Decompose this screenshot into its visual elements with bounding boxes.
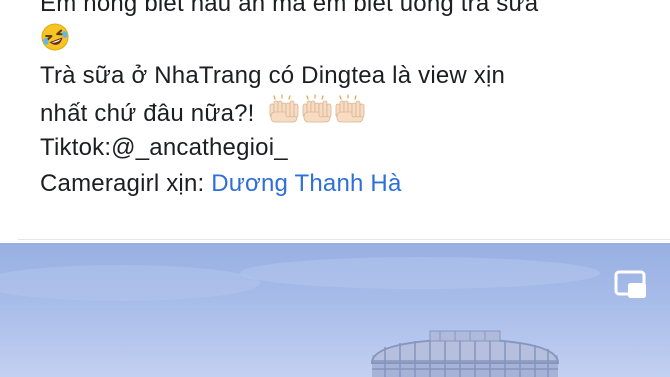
post-line-2-row: nhất chứ đâu nữa?! — [40, 94, 650, 130]
post-line-1: Trà sữa ở NhaTrang có Dingtea là view xị… — [40, 62, 506, 89]
raising-hands-emoji-icon — [267, 94, 365, 135]
post-line-2: nhất chứ đâu nữa?! — [40, 99, 255, 127]
post-line-clipped: Em hổng biết nấu ăn mà em biết uống trà … — [40, 0, 539, 17]
post-photo[interactable] — [0, 243, 670, 377]
camera-credit: Cameragirl xịn: Dương Thanh Hà — [40, 166, 650, 202]
post-text: Em hổng biết nấu ăn mà em biết uống trà … — [40, 0, 650, 202]
tiktok-handle: Tiktok:@_ancathegioi_ — [40, 134, 288, 161]
camera-credit-prefix: Cameragirl xịn: — [40, 170, 212, 197]
divider — [18, 239, 670, 240]
laughing-emoji-icon — [40, 22, 70, 63]
emoji-line — [40, 22, 650, 58]
picture-in-picture-icon[interactable] — [614, 269, 648, 303]
mention-link[interactable]: Dương Thanh Hà — [211, 170, 401, 197]
photo-scene — [0, 257, 600, 377]
building-illustration — [370, 330, 560, 377]
